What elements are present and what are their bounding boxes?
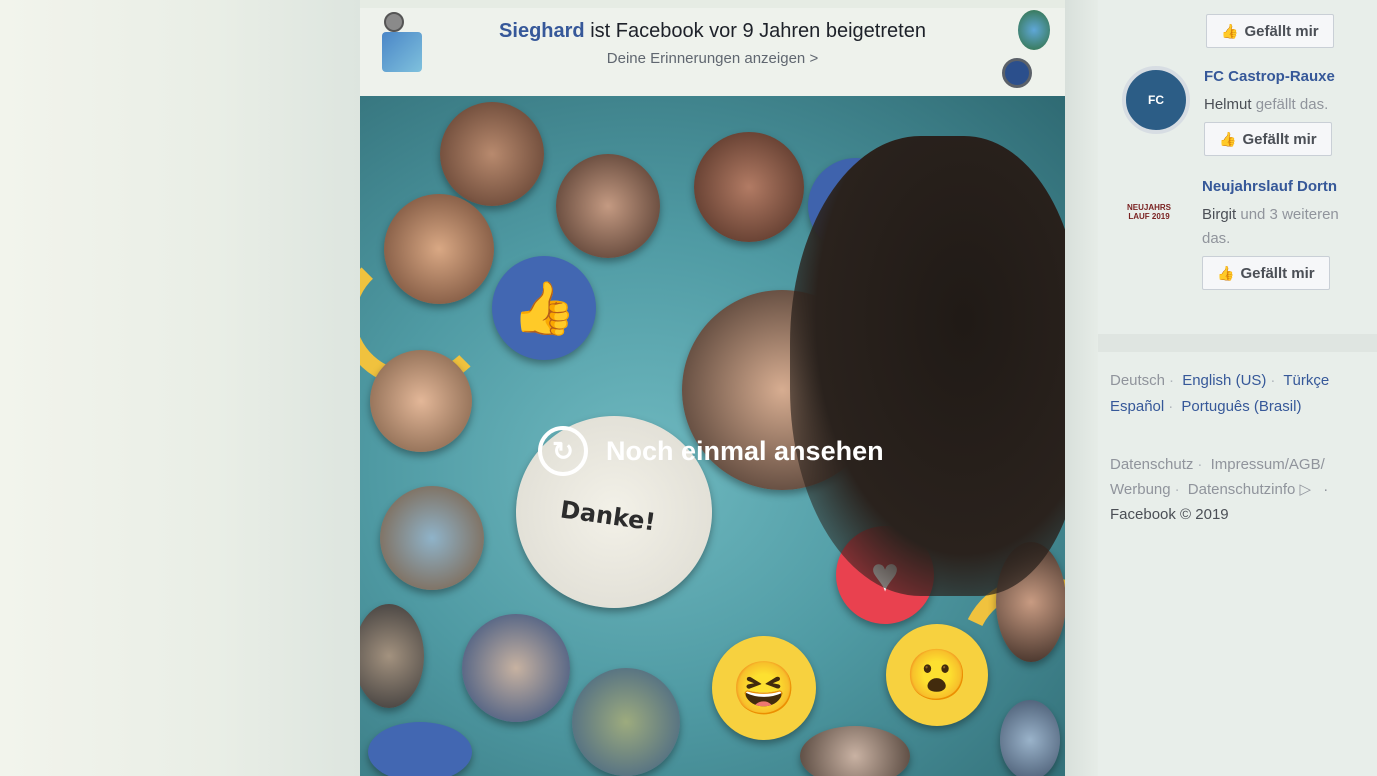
language-selector: Deutsch · English (US) · Türkçe bbox=[1110, 372, 1330, 389]
left-background bbox=[0, 0, 360, 776]
friend-photo-pin bbox=[694, 132, 804, 242]
thumbs-up-icon: 👍 bbox=[511, 279, 577, 338]
thumbs-up-icon: 👍 bbox=[1217, 264, 1235, 281]
globe-sticker-icon bbox=[1018, 10, 1050, 50]
language-link[interactable]: English (US) bbox=[1182, 372, 1266, 389]
page-name-link[interactable]: Neujahrslauf Dortn bbox=[1202, 178, 1337, 195]
thumbs-up-icon: 👍 bbox=[1221, 22, 1239, 39]
view-memories-label[interactable]: Deine Erinnerungen anzeigen bbox=[607, 50, 805, 67]
friend-photo-pin bbox=[360, 604, 424, 708]
replay-icon[interactable]: ↻ bbox=[538, 426, 588, 476]
footer-links: Datenschutz · Impressum/AGB/ bbox=[1110, 456, 1325, 473]
thumbs-up-icon: 👍 bbox=[1219, 130, 1237, 147]
page-logo[interactable]: NEUJAHRS LAUF 2019 bbox=[1118, 186, 1180, 238]
friend-photo-pin bbox=[556, 154, 660, 258]
friend-photo-pin bbox=[380, 486, 484, 590]
friend-like-text: und 3 weiteren bbox=[1240, 206, 1339, 223]
friend-photo-pin bbox=[462, 614, 570, 722]
friend-like-text: gefällt das. bbox=[1255, 96, 1329, 113]
replay-button[interactable]: ↻ Noch einmal ansehen bbox=[538, 426, 884, 476]
replay-label[interactable]: Noch einmal ansehen bbox=[606, 436, 884, 467]
right-sidebar: 👍 Gefällt mir FC FC Castrop-Rauxe Helmut… bbox=[1098, 0, 1377, 776]
memory-title-text: ist Facebook vor 9 Jahren beigetreten bbox=[590, 20, 926, 42]
footer-link[interactable]: Werbung bbox=[1110, 481, 1171, 498]
memory-title: Sieghard ist Facebook vor 9 Jahren beige… bbox=[360, 20, 1065, 43]
like-page-button[interactable]: 👍 Gefällt mir bbox=[1202, 256, 1330, 290]
friend-photo-pin bbox=[800, 726, 910, 776]
like-button-label[interactable]: Gefällt mir bbox=[1242, 131, 1316, 148]
memory-video[interactable]: 👍 ♥ 😆 😮 Danke! ↻ Noch einmal ansehen bbox=[360, 96, 1065, 776]
friend-name[interactable]: Helmut bbox=[1204, 96, 1252, 113]
like-pin bbox=[368, 722, 472, 776]
column-gap bbox=[1065, 0, 1098, 776]
page-logo[interactable]: FC bbox=[1122, 66, 1190, 134]
friend-photo-pin bbox=[440, 102, 544, 206]
view-memories-link[interactable]: Deine Erinnerungen anzeigen > bbox=[360, 50, 1065, 67]
like-button-label[interactable]: Gefällt mir bbox=[1240, 265, 1314, 282]
like-page-button[interactable]: 👍 Gefällt mir bbox=[1206, 14, 1334, 48]
like-page-button[interactable]: 👍 Gefällt mir bbox=[1204, 122, 1332, 156]
like-button-label[interactable]: Gefällt mir bbox=[1244, 23, 1318, 40]
language-selector-row2: Español · Português (Brasil) bbox=[1110, 398, 1302, 415]
laugh-emoji-icon: 😆 bbox=[731, 659, 797, 718]
page-friends-like: Birgit und 3 weiteren bbox=[1202, 206, 1339, 223]
wow-emoji-icon: 😮 bbox=[905, 646, 969, 703]
like-pin: 👍 bbox=[492, 256, 596, 360]
language-current: Deutsch bbox=[1110, 372, 1166, 389]
friend-like-text-cont: das. bbox=[1202, 230, 1231, 247]
footer-links-row2: Werbung · Datenschutzinfo ▷ · bbox=[1110, 481, 1329, 498]
page-friends-like: Helmut gefällt das. bbox=[1204, 96, 1328, 113]
language-link[interactable]: Português (Brasil) bbox=[1181, 398, 1301, 415]
memory-header: Sieghard ist Facebook vor 9 Jahren beige… bbox=[360, 8, 1065, 96]
memory-user-name[interactable]: Sieghard bbox=[499, 20, 585, 42]
footer-link[interactable]: Datenschutzinfo ▷ bbox=[1188, 481, 1311, 498]
haha-pin: 😆 bbox=[712, 636, 816, 740]
language-link[interactable]: Türkçe bbox=[1283, 372, 1329, 389]
friend-photo-pin bbox=[370, 350, 472, 452]
language-link[interactable]: Español bbox=[1110, 398, 1164, 415]
sidebar-divider bbox=[1098, 334, 1377, 352]
friend-photo-pin bbox=[384, 194, 494, 304]
page-name-link[interactable]: FC Castrop-Rauxe bbox=[1204, 68, 1335, 85]
page-logo-text: NEUJAHRS LAUF 2019 bbox=[1126, 203, 1171, 221]
footer-link[interactable]: · bbox=[1323, 481, 1328, 498]
chevron-right-icon: > bbox=[809, 50, 819, 67]
friend-name[interactable]: Birgit bbox=[1202, 206, 1236, 223]
wow-pin: 😮 bbox=[886, 624, 988, 726]
copyright: Facebook © 2019 bbox=[1110, 506, 1229, 523]
heart-pin-icon bbox=[1002, 58, 1032, 88]
friend-photo-pin bbox=[1000, 700, 1060, 776]
page-logo-text: FC bbox=[1148, 93, 1164, 107]
friend-photo-pin bbox=[572, 668, 680, 776]
footer-link[interactable]: Impressum/AGB/ bbox=[1211, 456, 1325, 473]
hand-overlay bbox=[790, 136, 1065, 596]
footer-link[interactable]: Datenschutz bbox=[1110, 456, 1193, 473]
